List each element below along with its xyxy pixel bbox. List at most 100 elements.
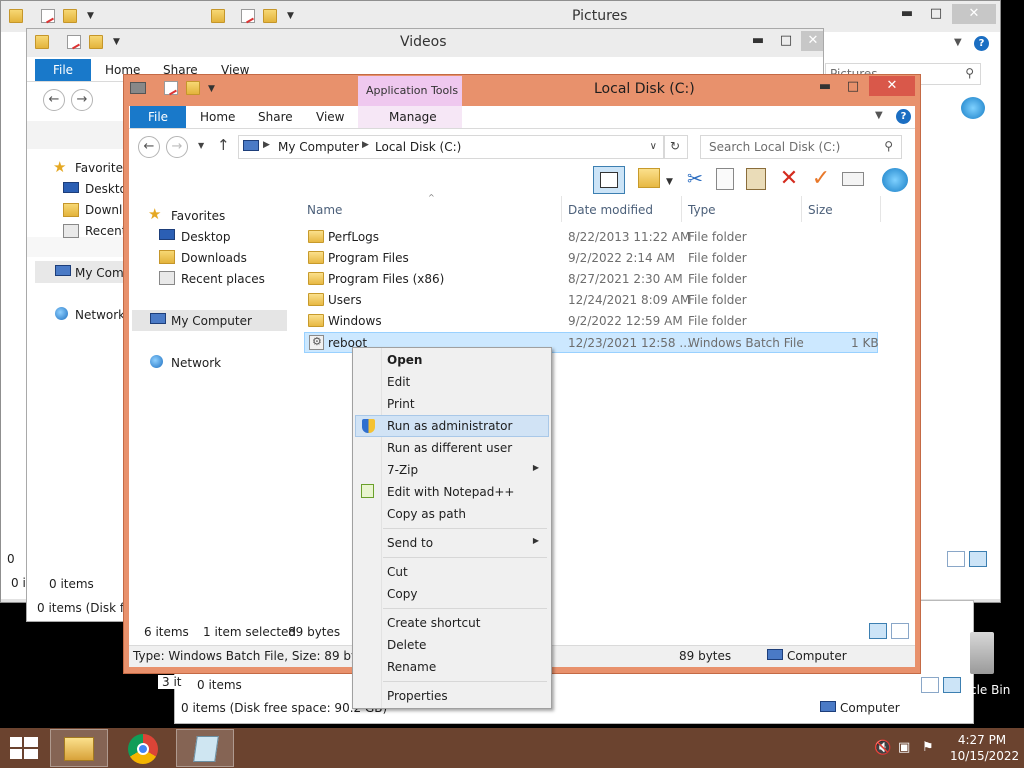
close-button[interactable]: ✕ — [869, 76, 915, 96]
clock-date[interactable]: 10/15/2022 — [950, 749, 1019, 763]
nav-recent-places[interactable]: Recent places — [181, 272, 265, 286]
search-icon[interactable]: ⚲ — [884, 139, 893, 153]
taskbar-chrome[interactable] — [114, 729, 172, 767]
qat-dropdown-icon[interactable]: ▼ — [87, 11, 94, 21]
ribbon-collapse-icon[interactable]: ▼ — [875, 110, 883, 121]
volume-muted-icon[interactable]: 🔇 — [874, 740, 891, 756]
nav-favorites[interactable]: Favorites — [171, 209, 225, 223]
menu-item-delete[interactable]: Delete — [355, 634, 549, 656]
table-row[interactable]: Windows 9/2/2022 12:59 AM File folder — [304, 311, 878, 331]
menu-item-copy[interactable]: Copy — [355, 583, 549, 605]
menu-item-cut[interactable]: Cut — [355, 561, 549, 583]
minimize-button[interactable]: ▬ — [812, 77, 838, 97]
search-input[interactable]: Search Local Disk (C:) ⚲ — [700, 135, 902, 159]
breadcrumb-my-computer[interactable]: My Computer — [278, 140, 359, 154]
preview-globe-icon[interactable] — [882, 168, 908, 192]
nav-my-computer[interactable]: My Computer — [171, 314, 252, 328]
cut-icon[interactable]: ✂ — [684, 168, 706, 190]
recent-locations-icon[interactable]: ▼ — [198, 141, 204, 150]
column-header-name[interactable]: Name — [307, 203, 342, 217]
column-header-size[interactable]: Size — [808, 203, 833, 217]
refresh-button[interactable]: ↻ — [664, 135, 688, 159]
details-view-button[interactable] — [869, 623, 887, 639]
column-header-date[interactable]: Date modified — [568, 203, 653, 217]
videos-tab-file[interactable]: File — [35, 59, 91, 81]
nav-network[interactable]: Network — [171, 356, 221, 370]
qat-dropdown-icon[interactable]: ▼ — [113, 37, 120, 47]
clock-time[interactable]: 4:27 PM — [950, 733, 1014, 747]
nav-desktop[interactable]: Desktop — [181, 230, 231, 244]
rename-icon[interactable] — [842, 172, 864, 186]
breadcrumb-local-disk[interactable]: Local Disk (C:) — [375, 140, 461, 154]
videos-nav-desktop[interactable]: Deskto — [85, 182, 127, 196]
details-view-button[interactable] — [947, 551, 965, 567]
minimize-button[interactable]: ▬ — [894, 4, 920, 24]
ribbon-collapse-icon[interactable]: ▼ — [954, 37, 962, 48]
address-dropdown-icon[interactable]: ∨ — [650, 141, 657, 152]
breadcrumb-chevron-icon[interactable]: ▶ — [263, 140, 270, 150]
tab-home[interactable]: Home — [200, 106, 235, 128]
copy-icon[interactable] — [716, 168, 734, 190]
menu-item-edit-with-notepadpp[interactable]: Edit with Notepad++ — [355, 481, 549, 503]
menu-item-open[interactable]: Open — [355, 349, 549, 371]
close-button[interactable]: ✕ — [952, 4, 996, 24]
menu-item-7zip[interactable]: 7-Zip ▶ — [355, 459, 549, 481]
forward-icon[interactable]: → — [71, 89, 93, 111]
qat-dropdown-icon[interactable]: ▼ — [287, 11, 294, 21]
videos-nav-network[interactable]: Network — [75, 308, 125, 322]
menu-item-edit[interactable]: Edit — [355, 371, 549, 393]
back-icon[interactable]: ← — [138, 136, 160, 158]
tab-file[interactable]: File — [130, 106, 186, 128]
windows-start-icon[interactable] — [10, 737, 38, 759]
details-view-button[interactable] — [921, 677, 939, 693]
checkmark-icon[interactable]: ✓ — [810, 168, 832, 190]
tab-share[interactable]: Share — [258, 106, 293, 128]
qat-dropdown-icon[interactable]: ▼ — [208, 84, 215, 94]
taskbar-file-explorer[interactable] — [50, 729, 108, 767]
tab-view[interactable]: View — [316, 106, 344, 128]
search-icon[interactable]: ⚲ — [965, 66, 974, 80]
maximize-button[interactable]: □ — [923, 4, 949, 24]
table-row[interactable]: Users 12/24/2021 8:09 AM File folder — [304, 290, 878, 310]
videos-nav-recent[interactable]: Recent — [85, 224, 126, 238]
action-center-icon[interactable]: ⚑ — [922, 740, 934, 755]
breadcrumb-chevron-icon[interactable]: ▶ — [362, 140, 369, 150]
delete-icon[interactable]: ✕ — [778, 168, 800, 190]
network-tray-icon[interactable]: ▣ — [898, 740, 910, 755]
paste-icon[interactable] — [746, 168, 766, 190]
forward-icon[interactable]: → — [166, 136, 188, 158]
up-icon[interactable]: ↑ — [217, 136, 230, 154]
help-icon[interactable]: ? — [974, 36, 989, 51]
large-icons-view-button[interactable] — [943, 677, 961, 693]
taskbar-notepad[interactable] — [176, 729, 234, 767]
nav-downloads[interactable]: Downloads — [181, 251, 247, 265]
maximize-button[interactable]: □ — [773, 31, 799, 51]
maximize-button[interactable]: □ — [840, 77, 866, 97]
videos-nav-computer[interactable]: My Com — [75, 266, 124, 280]
menu-item-properties[interactable]: Properties — [355, 685, 549, 707]
close-button[interactable]: ✕ — [801, 31, 823, 51]
minimize-button[interactable]: ▬ — [745, 31, 771, 51]
menu-item-print[interactable]: Print — [355, 393, 549, 415]
menu-item-copy-as-path[interactable]: Copy as path — [355, 503, 549, 525]
table-row[interactable]: PerfLogs 8/22/2013 11:22 AM File folder — [304, 227, 878, 247]
tab-manage[interactable]: Manage — [389, 106, 437, 128]
folder-options-icon[interactable] — [638, 168, 660, 188]
menu-item-rename[interactable]: Rename — [355, 656, 549, 678]
address-bar[interactable]: ▶ My Computer ▶ Local Disk (C:) ∨ — [238, 135, 664, 159]
table-row[interactable]: Program Files (x86) 8/27/2021 2:30 AM Fi… — [304, 269, 878, 289]
preview-icon[interactable] — [961, 97, 985, 119]
menu-item-run-as-administrator[interactable]: Run as administrator — [355, 415, 549, 437]
back-icon[interactable]: ← — [43, 89, 65, 111]
table-row[interactable]: Program Files 9/2/2022 2:14 AM File fold… — [304, 248, 878, 268]
menu-item-send-to[interactable]: Send to ▶ — [355, 532, 549, 554]
menu-item-run-as-different-user[interactable]: Run as different user — [355, 437, 549, 459]
menu-item-create-shortcut[interactable]: Create shortcut — [355, 612, 549, 634]
large-icons-view-button[interactable] — [891, 623, 909, 639]
help-icon[interactable]: ? — [896, 109, 911, 124]
videos-nav-favorites[interactable]: Favorites — [75, 161, 129, 175]
column-header-type[interactable]: Type — [688, 203, 716, 217]
large-icons-view-button[interactable] — [969, 551, 987, 567]
folder-options-dropdown-icon[interactable]: ▼ — [666, 177, 673, 187]
recycle-bin-icon[interactable] — [970, 632, 994, 674]
